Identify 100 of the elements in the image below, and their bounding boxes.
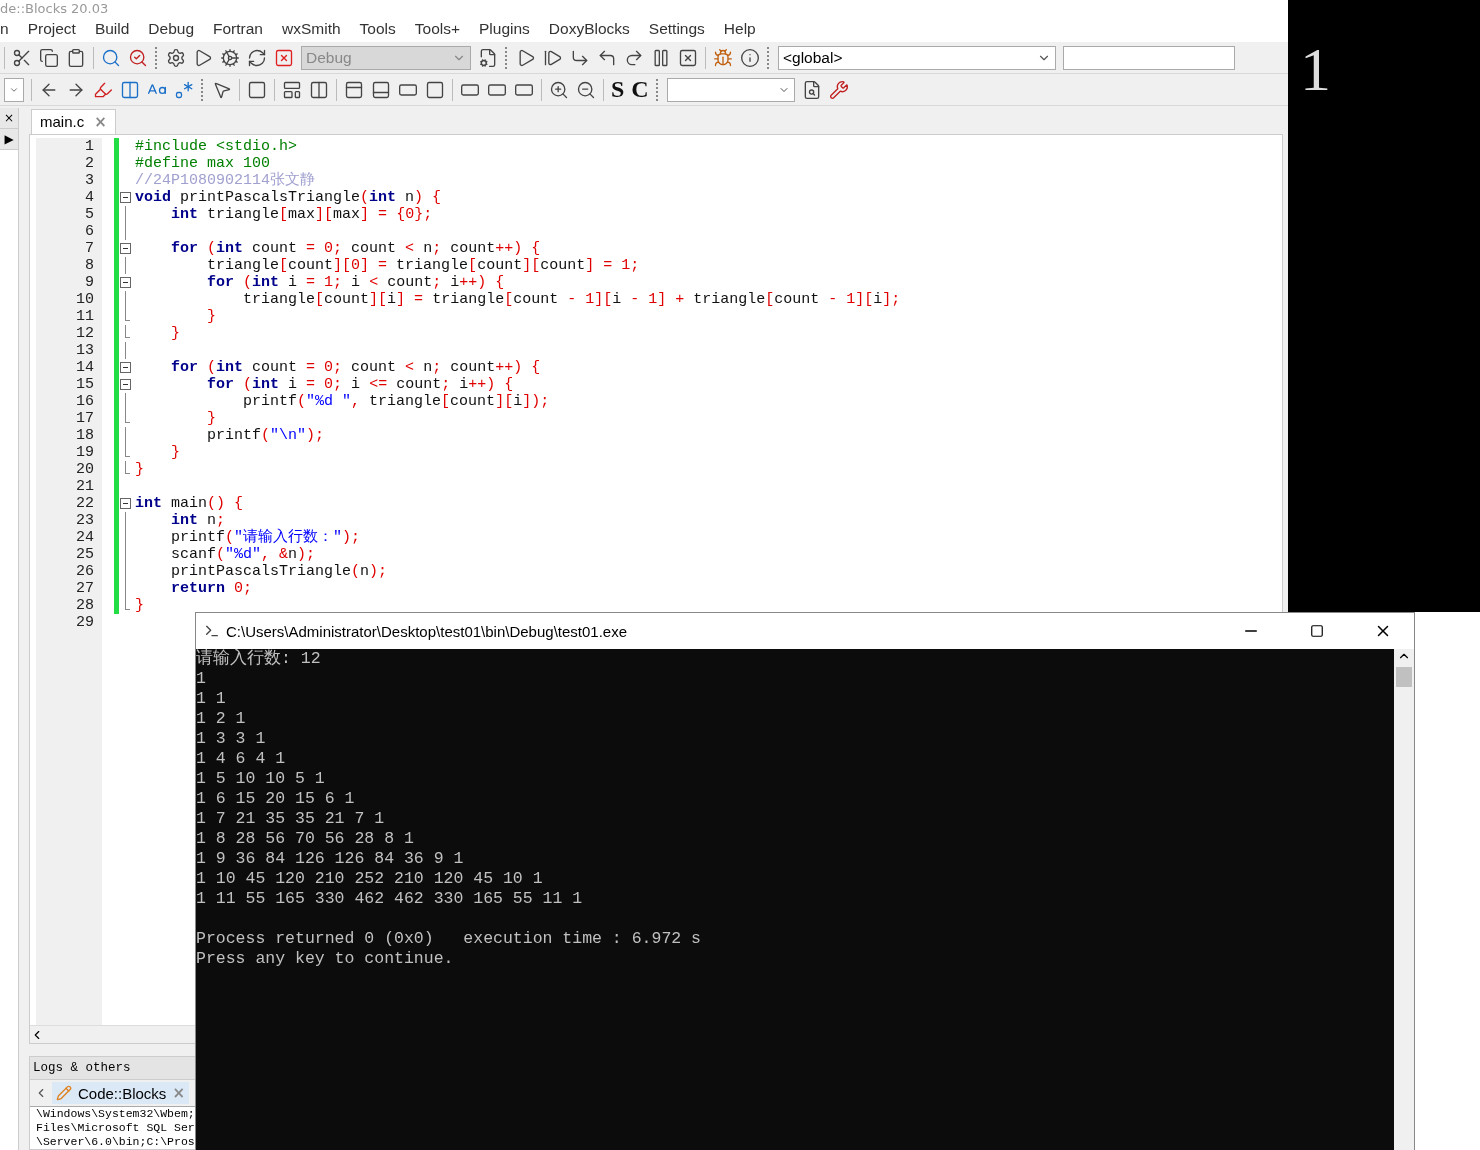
zoom-out-icon[interactable] (576, 79, 596, 100)
rectangle-icon[interactable] (247, 79, 267, 100)
line-number: 22 (75, 494, 94, 512)
code-line: #include <stdio.h> (135, 137, 299, 155)
maximize-icon[interactable] (1310, 624, 1324, 638)
window-title: de::Blocks 20.03 (0, 2, 109, 16)
panel-bottom-icon[interactable] (371, 79, 391, 100)
line-number: 27 (75, 579, 94, 597)
menu-item[interactable]: Fortran (201, 20, 270, 38)
console-line: 1 5 10 10 5 1 (196, 769, 326, 789)
line-number: 9 (84, 273, 94, 291)
background-text: 1 (1300, 38, 1331, 100)
close-tab-icon[interactable]: × (94, 112, 107, 131)
gear-icon[interactable] (220, 47, 240, 68)
zoom-in-icon[interactable] (549, 79, 569, 100)
code-line: for (int count = 0; count < n; count++) { (170, 358, 542, 376)
rebuild-icon[interactable] (247, 47, 267, 68)
grid-icon[interactable] (282, 79, 302, 100)
fold-toggle[interactable] (120, 191, 131, 203)
menu-item[interactable]: wxSmith (270, 20, 348, 38)
fold-toggle[interactable] (120, 378, 131, 390)
panel-top-icon[interactable] (344, 79, 364, 100)
code-line: printf("\n"); (206, 426, 326, 444)
menu-item[interactable]: n (0, 20, 16, 38)
console-line: 1 11 55 165 330 462 462 330 165 55 11 1 (196, 889, 584, 909)
vertical-scrollbar[interactable] (1394, 649, 1414, 1150)
wrench-icon[interactable] (828, 79, 849, 100)
console-line: 1 2 1 (196, 709, 247, 729)
fold-toggle[interactable] (120, 242, 131, 254)
code-line: for (int i = 1; i < count; i++) { (206, 273, 506, 291)
replace-icon[interactable] (128, 47, 148, 68)
letter-tool[interactable]: S (611, 76, 625, 103)
fold-end-line (125, 307, 126, 321)
fold-toggle[interactable] (120, 276, 131, 288)
line-number: 23 (75, 511, 94, 529)
line-number: 12 (75, 324, 94, 342)
console-line: 1 1 (196, 689, 227, 709)
column-icon[interactable] (120, 79, 140, 100)
file-gear-icon[interactable] (478, 47, 498, 68)
code-line: } (206, 409, 217, 427)
line-number: 29 (75, 613, 94, 631)
code-line: int main() { (135, 494, 245, 512)
line-number: 13 (75, 341, 94, 359)
bug-icon[interactable] (713, 47, 733, 68)
menu-item[interactable]: Settings (636, 20, 712, 38)
line-number: 10 (75, 290, 94, 308)
code-line: triangle[count][0] = triangle[count][count] = 1; (206, 256, 641, 274)
menu-item[interactable]: Debug (136, 20, 202, 38)
scrollbar-thumb[interactable] (1396, 667, 1412, 687)
editor-tab[interactable]: main.c × (31, 108, 116, 134)
fold-line (125, 256, 126, 274)
fold-toggle[interactable] (120, 361, 131, 373)
fold-toggle[interactable] (120, 497, 131, 509)
menu-item[interactable]: DoxyBlocks (536, 20, 637, 38)
menu-item[interactable]: Build (82, 20, 137, 38)
code-line: printf("请输入行数："); (170, 528, 362, 546)
fold-line (125, 426, 126, 444)
fold-end-line (125, 443, 126, 457)
console-line: 1 9 36 84 126 126 84 36 9 1 (196, 849, 465, 869)
line-number: 6 (84, 222, 94, 240)
scope-dropdown[interactable]: <global> (778, 45, 1056, 70)
line-number: 18 (75, 426, 94, 444)
block-icon[interactable] (425, 79, 445, 100)
line-number: 5 (84, 205, 94, 223)
search-icon[interactable] (101, 47, 121, 68)
menu-item[interactable]: Plugins (467, 20, 537, 38)
console-line: 1 6 15 20 15 6 1 (196, 789, 356, 809)
letter-tool[interactable]: C (631, 76, 649, 103)
code-line: //24P1080902114张文静 (135, 171, 317, 189)
menu-item[interactable]: Tools+ (402, 20, 467, 38)
log-line: \Server\6.0\bin;C:\Pros (36, 1135, 196, 1149)
code-line: } (170, 443, 181, 461)
code-line: } (135, 596, 145, 614)
close-button[interactable]: × (0, 108, 18, 129)
cut-icon[interactable] (12, 47, 32, 68)
code-line: triangle[count][i] = triangle[count - 1][i - 1] + triangle[count - 1][i]; (242, 290, 901, 308)
menu-item[interactable]: Help (711, 20, 763, 38)
info-icon[interactable] (740, 47, 760, 68)
line-number: 8 (84, 256, 94, 274)
line-number: 15 (75, 375, 94, 393)
regex-icon[interactable] (174, 79, 194, 100)
line-number: 1 (84, 137, 94, 155)
code-line: #define max 100 (135, 154, 271, 172)
code-line: for (int i = 0; i <= count; i++) { (206, 375, 515, 393)
expand-button[interactable]: ▶ (0, 129, 18, 150)
split-icon[interactable] (309, 79, 329, 100)
settings-icon[interactable] (166, 47, 186, 68)
code-line: printPascalsTriangle(n); (170, 562, 389, 580)
line-number: 24 (75, 528, 94, 546)
stop-icon[interactable] (678, 47, 698, 68)
fold-line (125, 290, 126, 308)
code-line: printf("%d ", triangle[count][i]); (242, 392, 551, 410)
log-tab[interactable]: Code::Blocks × (52, 1082, 189, 1104)
paste-icon[interactable] (66, 47, 86, 68)
console-line: 请输入行数: 12 (196, 649, 322, 669)
code-line: } (170, 324, 181, 342)
copy-icon[interactable] (39, 47, 59, 68)
code-line: int triangle[max][max] = {0}; (170, 205, 434, 223)
menu-item[interactable]: Project (15, 20, 83, 38)
menu-item[interactable]: Tools (347, 20, 403, 38)
